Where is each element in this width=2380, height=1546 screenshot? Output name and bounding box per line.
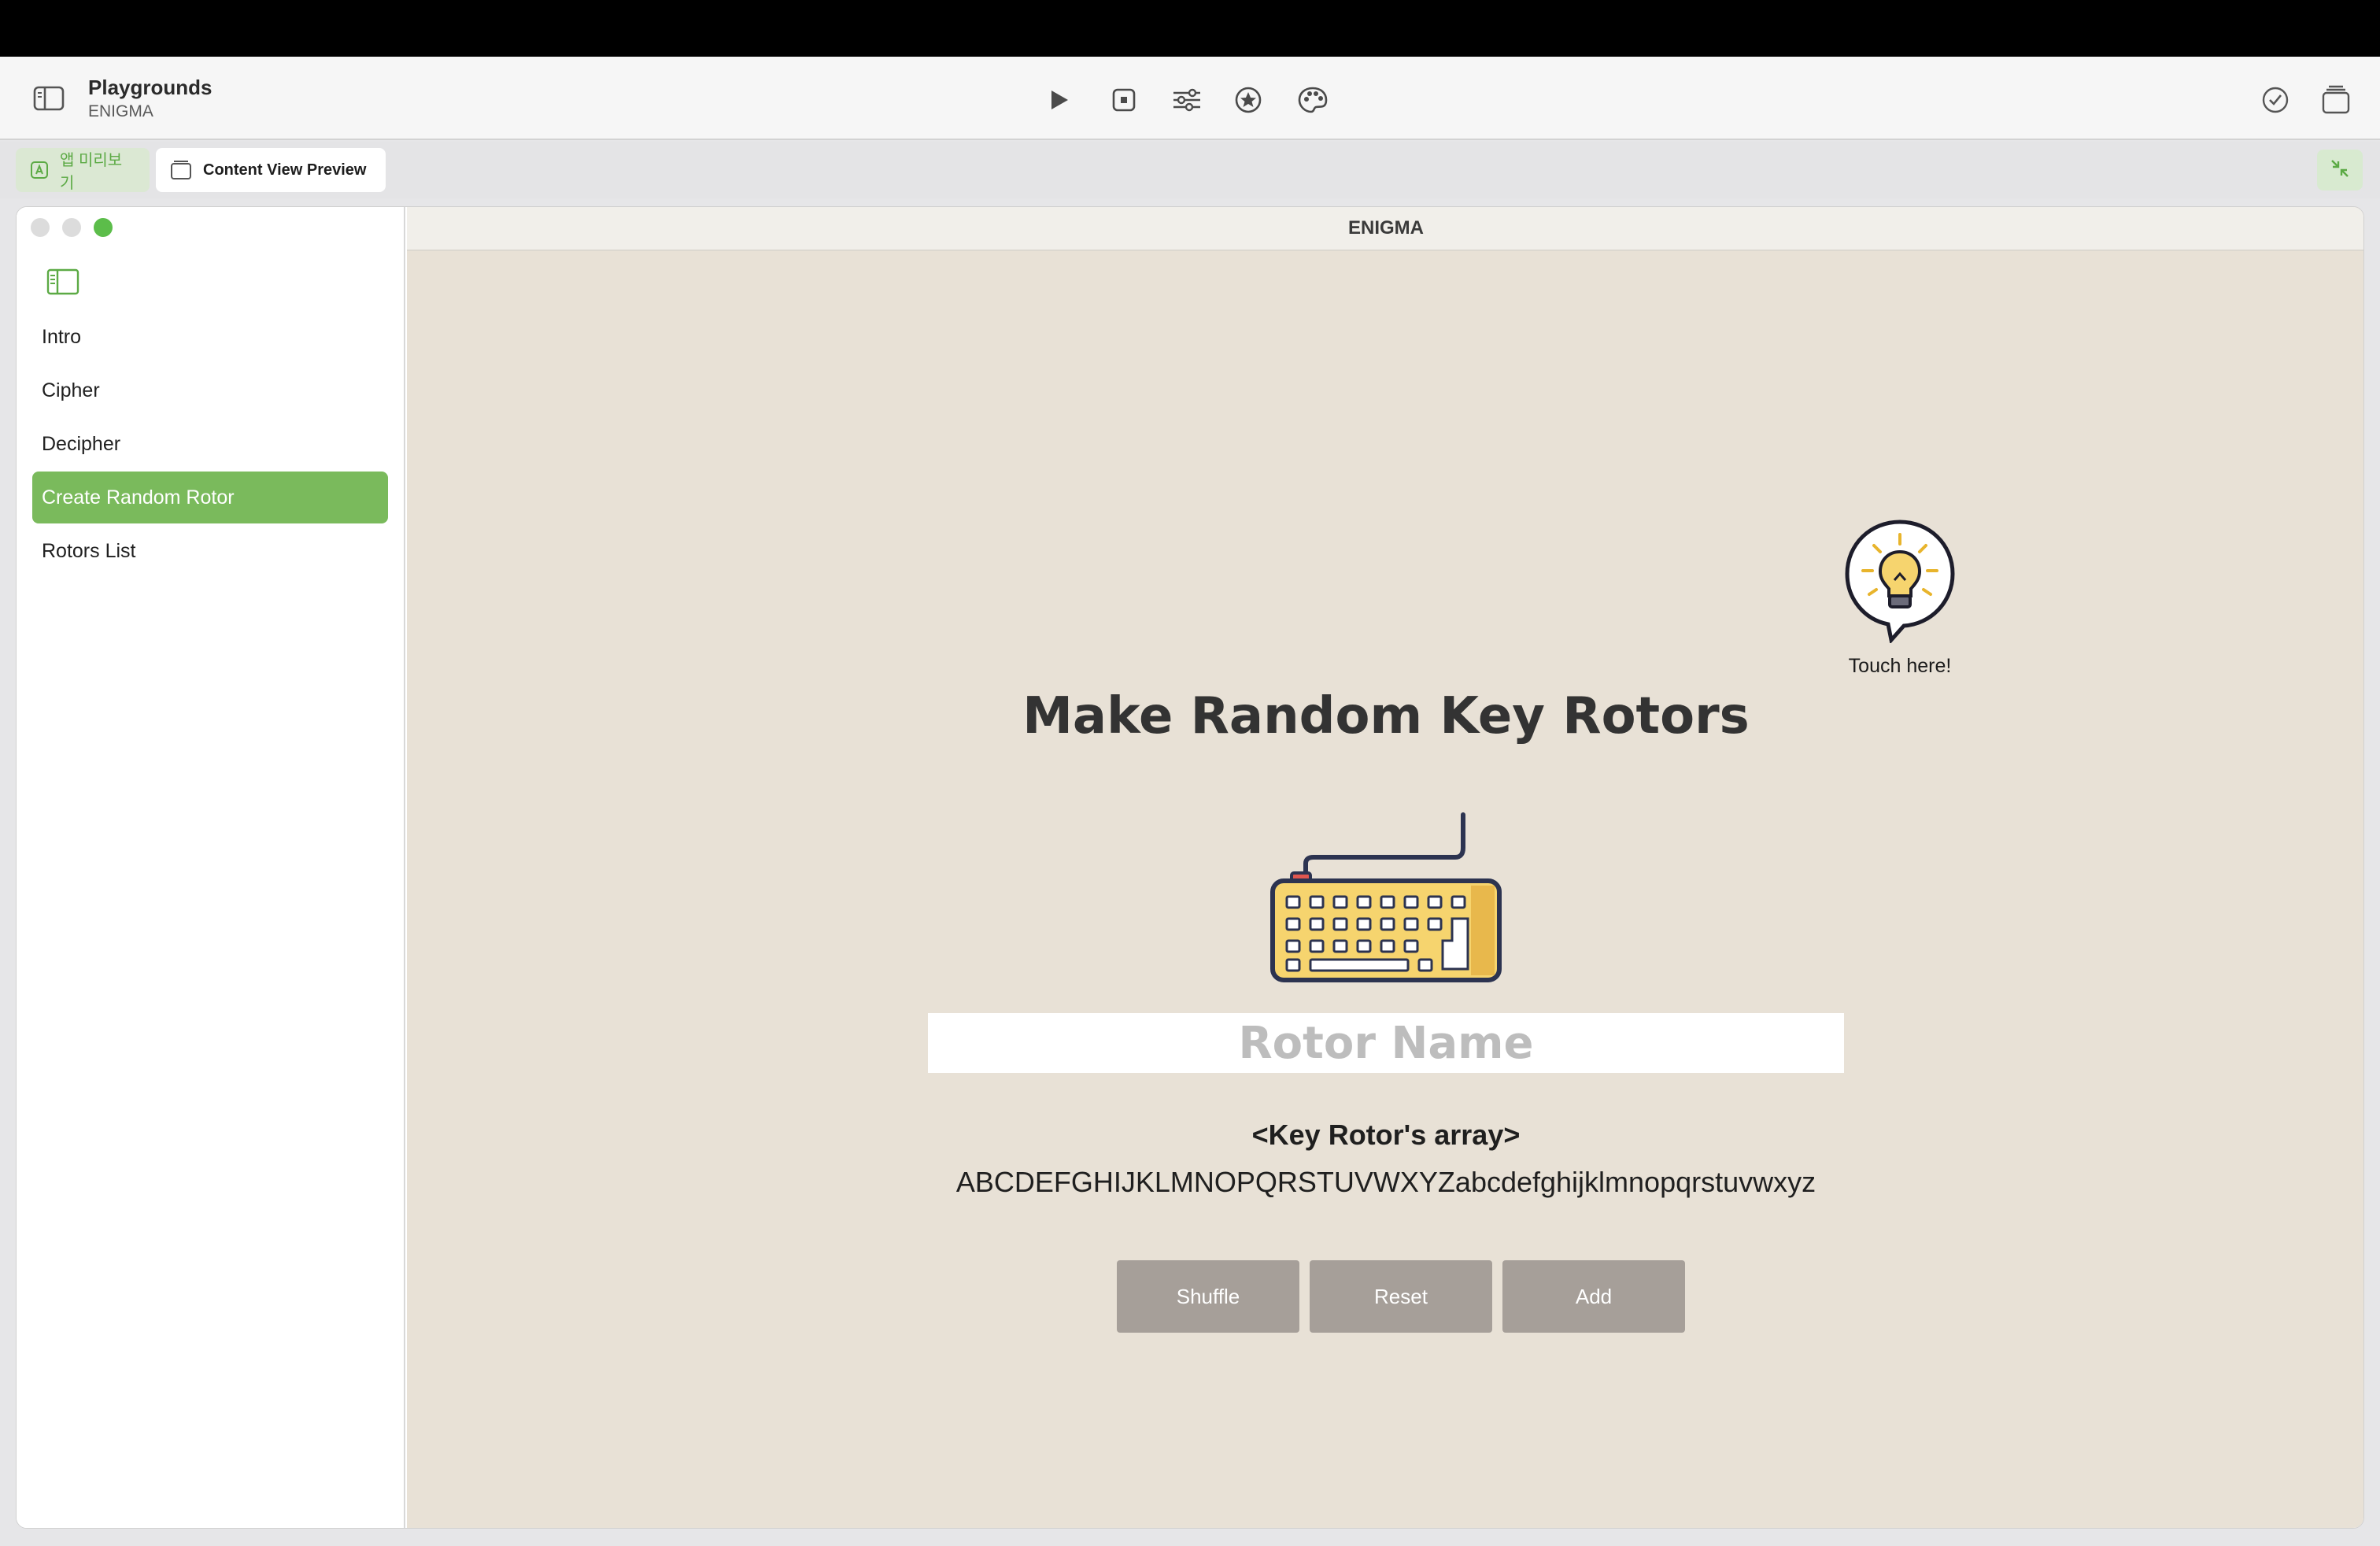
- page-title: Make Random Key Rotors: [1022, 687, 1750, 745]
- hint-button[interactable]: Touch here!: [1833, 517, 1967, 678]
- sidebar: Intro Cipher Decipher Create Random Roto…: [17, 207, 405, 1528]
- star-icon[interactable]: [1232, 85, 1264, 115]
- windows-icon[interactable]: [2319, 83, 2353, 117]
- stop-icon[interactable]: [1108, 85, 1140, 115]
- array-label: <Key Rotor's array>: [1251, 1119, 1521, 1151]
- tab-strip: 앱 미리보기 Content View Preview: [0, 142, 2380, 198]
- sidebar-item-intro[interactable]: Intro: [32, 311, 388, 363]
- sidebar-item-cipher[interactable]: Cipher: [32, 364, 388, 416]
- sidebar-toggle-icon[interactable]: [46, 268, 79, 299]
- app-title: Playgrounds: [88, 76, 213, 99]
- sidebar-item-create-random-rotor[interactable]: Create Random Rotor: [32, 472, 388, 523]
- collapse-preview-button[interactable]: [2317, 150, 2363, 190]
- play-icon[interactable]: [1044, 85, 1075, 115]
- tab-app-preview[interactable]: 앱 미리보기: [16, 148, 150, 192]
- tab-content-view-preview-label: Content View Preview: [203, 161, 367, 179]
- preview-window: Intro Cipher Decipher Create Random Roto…: [16, 206, 2364, 1529]
- lightbulb-icon: [1841, 520, 1959, 646]
- app-subtitle: ENIGMA: [88, 102, 153, 120]
- rotor-name-input[interactable]: [928, 1013, 1844, 1073]
- palette-icon[interactable]: [1295, 85, 1330, 115]
- sidebar-toggle-icon[interactable]: [31, 83, 66, 113]
- array-value: ABCDEFGHIJKLMNOPQRSTUVWXYZabcdefghijklmn…: [955, 1166, 1816, 1198]
- shuffle-button[interactable]: Shuffle: [1117, 1260, 1299, 1333]
- tab-app-preview-label: 앱 미리보기: [60, 152, 123, 192]
- content-area: ENIGMA Touch here! Make Random Key Rotor…: [407, 207, 2363, 1528]
- sidebar-item-decipher[interactable]: Decipher: [32, 418, 388, 470]
- tab-content-view-preview[interactable]: Content View Preview: [156, 148, 386, 192]
- hint-label: Touch here!: [1848, 655, 1952, 677]
- add-button[interactable]: Add: [1502, 1260, 1685, 1333]
- sidebar-item-rotors-list[interactable]: Rotors List: [32, 525, 388, 577]
- window-title: ENIGMA: [407, 207, 2363, 251]
- close-window-button[interactable]: [31, 218, 50, 237]
- toolbar: Playgrounds ENIGMA: [0, 57, 2380, 140]
- sliders-icon[interactable]: [1170, 85, 1204, 115]
- keyboard-icon: [1268, 802, 1504, 987]
- app-store-icon: [30, 161, 49, 179]
- window-icon: [170, 160, 192, 180]
- checkmark-icon[interactable]: [2259, 83, 2292, 117]
- reset-button[interactable]: Reset: [1310, 1260, 1492, 1333]
- menu-bar: [0, 0, 2380, 57]
- minimize-window-button[interactable]: [62, 218, 81, 237]
- zoom-window-button[interactable]: [94, 218, 113, 237]
- collapse-icon: [2329, 157, 2351, 183]
